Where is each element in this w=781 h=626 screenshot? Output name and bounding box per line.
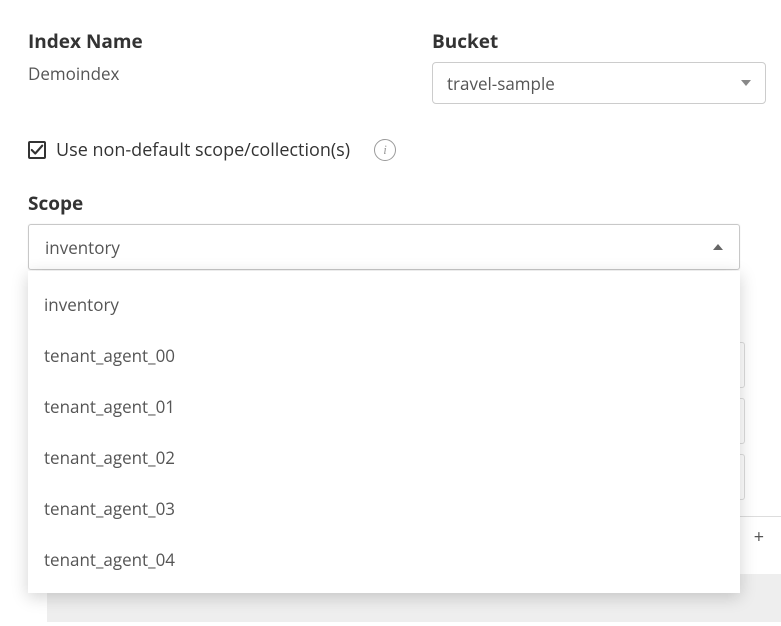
bucket-select[interactable]: travel-sample xyxy=(432,62,766,104)
index-name-value: Demoindex xyxy=(28,62,408,85)
nondefault-label: Use non-default scope/collection(s) xyxy=(56,138,350,162)
scope-option[interactable]: tenant_agent_03 xyxy=(28,483,740,534)
scope-select-value: inventory xyxy=(45,236,120,259)
scope-option[interactable]: tenant_agent_02 xyxy=(28,432,740,483)
scope-option[interactable]: tenant_agent_01 xyxy=(28,381,740,432)
scope-option[interactable]: tenant_agent_00 xyxy=(28,330,740,381)
checkmark-icon xyxy=(30,143,44,157)
scope-select[interactable]: inventory xyxy=(28,224,740,270)
scope-option[interactable]: tenant_agent_04 xyxy=(28,534,740,585)
scope-label: Scope xyxy=(28,190,753,216)
nondefault-checkbox[interactable] xyxy=(28,141,46,159)
add-icon[interactable]: + xyxy=(754,525,764,549)
info-icon[interactable]: i xyxy=(374,139,396,161)
chevron-up-icon xyxy=(713,244,723,250)
index-name-label: Index Name xyxy=(28,28,408,54)
chevron-down-icon xyxy=(741,80,751,86)
bucket-label: Bucket xyxy=(432,28,766,54)
bucket-select-value: travel-sample xyxy=(447,72,555,95)
scope-dropdown: inventorytenant_agent_00tenant_agent_01t… xyxy=(28,271,740,593)
scope-option[interactable]: inventory xyxy=(28,279,740,330)
